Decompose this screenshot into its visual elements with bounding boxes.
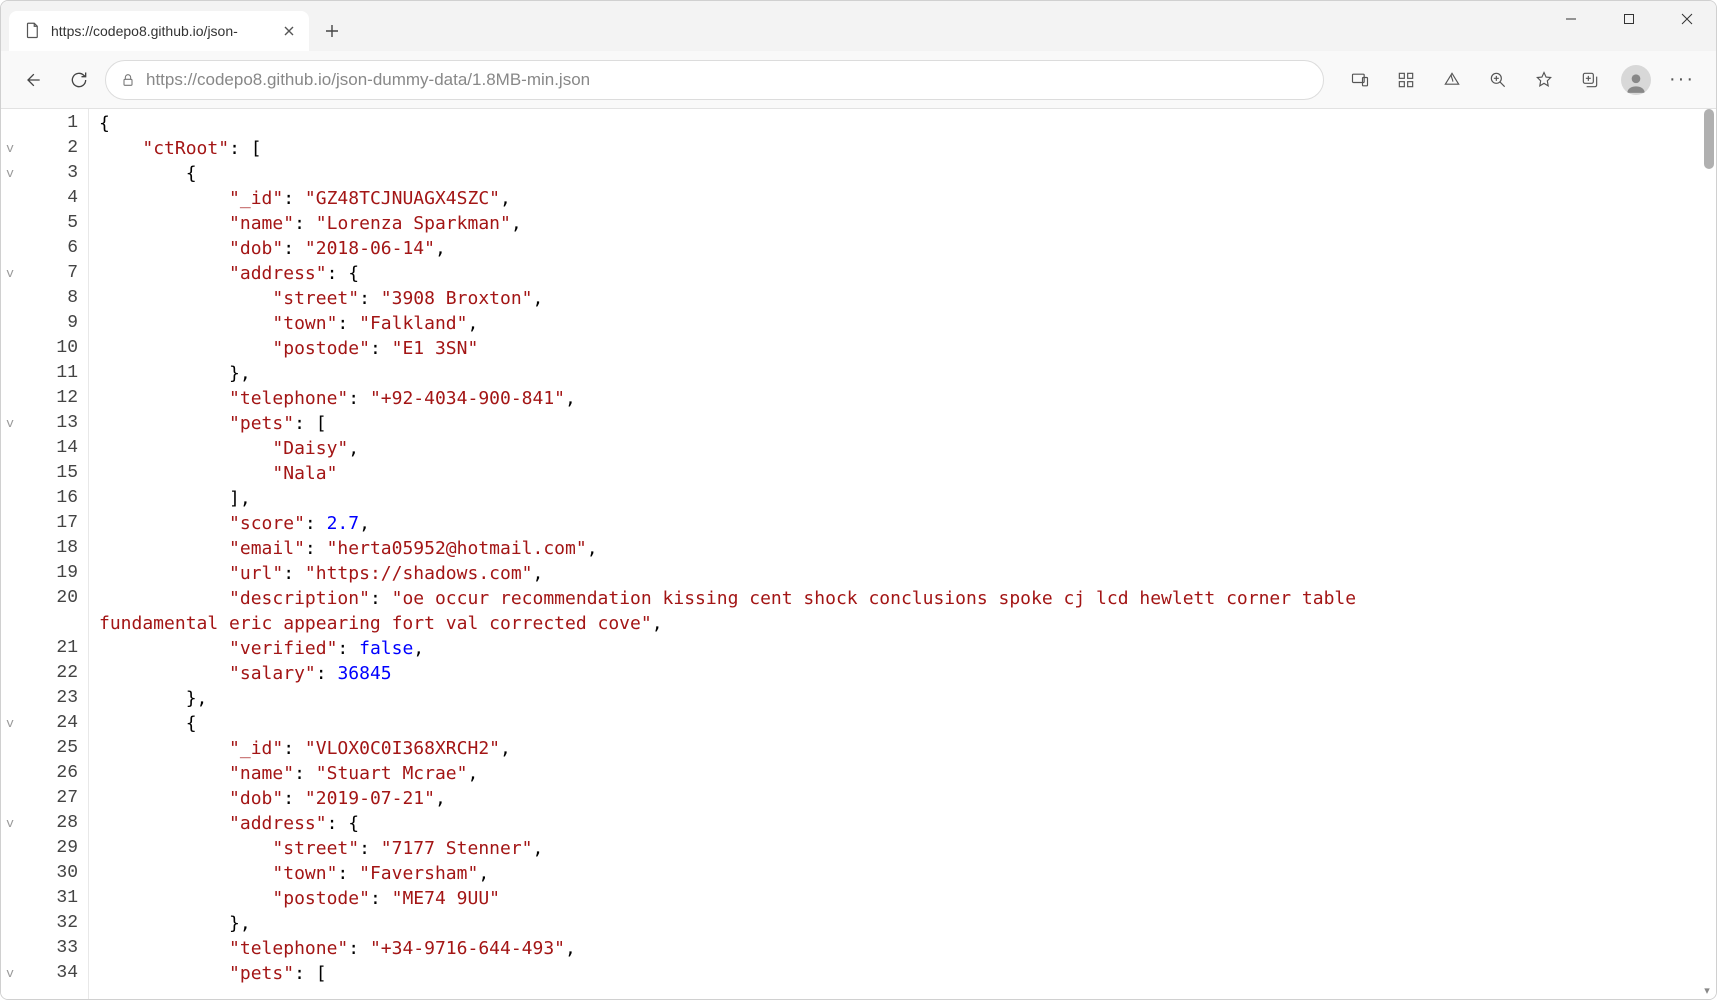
maximize-button[interactable] — [1600, 1, 1658, 37]
favorite-icon[interactable] — [1522, 60, 1566, 100]
settings-menu-button[interactable]: ··· — [1660, 60, 1704, 100]
lock-icon — [120, 72, 136, 88]
content-area: vvvvvvv 12345678910111213141516171819202… — [1, 109, 1716, 999]
toolbar-right: ··· — [1338, 60, 1704, 100]
browser-tab[interactable]: https://codepo8.github.io/json- — [9, 11, 309, 51]
device-view-icon[interactable] — [1338, 60, 1382, 100]
collections-icon[interactable] — [1568, 60, 1612, 100]
json-code[interactable]: { "ctRoot": [ { "_id": "GZ48TCJNUAGX4SZC… — [89, 109, 1716, 999]
tab-strip: https://codepo8.github.io/json- — [1, 1, 1716, 51]
tab-title: https://codepo8.github.io/json- — [51, 23, 269, 39]
scroll-thumb[interactable] — [1704, 109, 1714, 169]
new-tab-button[interactable] — [313, 12, 351, 50]
window-controls — [1542, 1, 1716, 41]
close-tab-button[interactable] — [279, 21, 299, 41]
scroll-down-arrow[interactable]: ▾ — [1700, 983, 1714, 997]
profile-avatar[interactable] — [1621, 65, 1651, 95]
minimize-button[interactable] — [1542, 1, 1600, 37]
back-button[interactable] — [13, 60, 53, 100]
toolbar: https://codepo8.github.io/json-dummy-dat… — [1, 51, 1716, 109]
page-icon — [23, 21, 41, 42]
more-icon: ··· — [1669, 68, 1695, 91]
line-number-gutter: 1234567891011121314151617181920212223242… — [19, 109, 89, 999]
close-window-button[interactable] — [1658, 1, 1716, 37]
vertical-scrollbar[interactable]: ▾ — [1700, 109, 1714, 999]
zoom-icon[interactable] — [1476, 60, 1520, 100]
apps-grid-icon[interactable] — [1384, 60, 1428, 100]
browser-window: https://codepo8.github.io/json- — [0, 0, 1717, 1000]
refresh-button[interactable] — [59, 60, 99, 100]
read-aloud-icon[interactable] — [1430, 60, 1474, 100]
address-bar[interactable]: https://codepo8.github.io/json-dummy-dat… — [105, 60, 1324, 100]
json-viewer: vvvvvvv 12345678910111213141516171819202… — [1, 109, 1716, 999]
url-text: https://codepo8.github.io/json-dummy-dat… — [146, 70, 590, 90]
fold-gutter[interactable]: vvvvvvv — [1, 109, 19, 999]
